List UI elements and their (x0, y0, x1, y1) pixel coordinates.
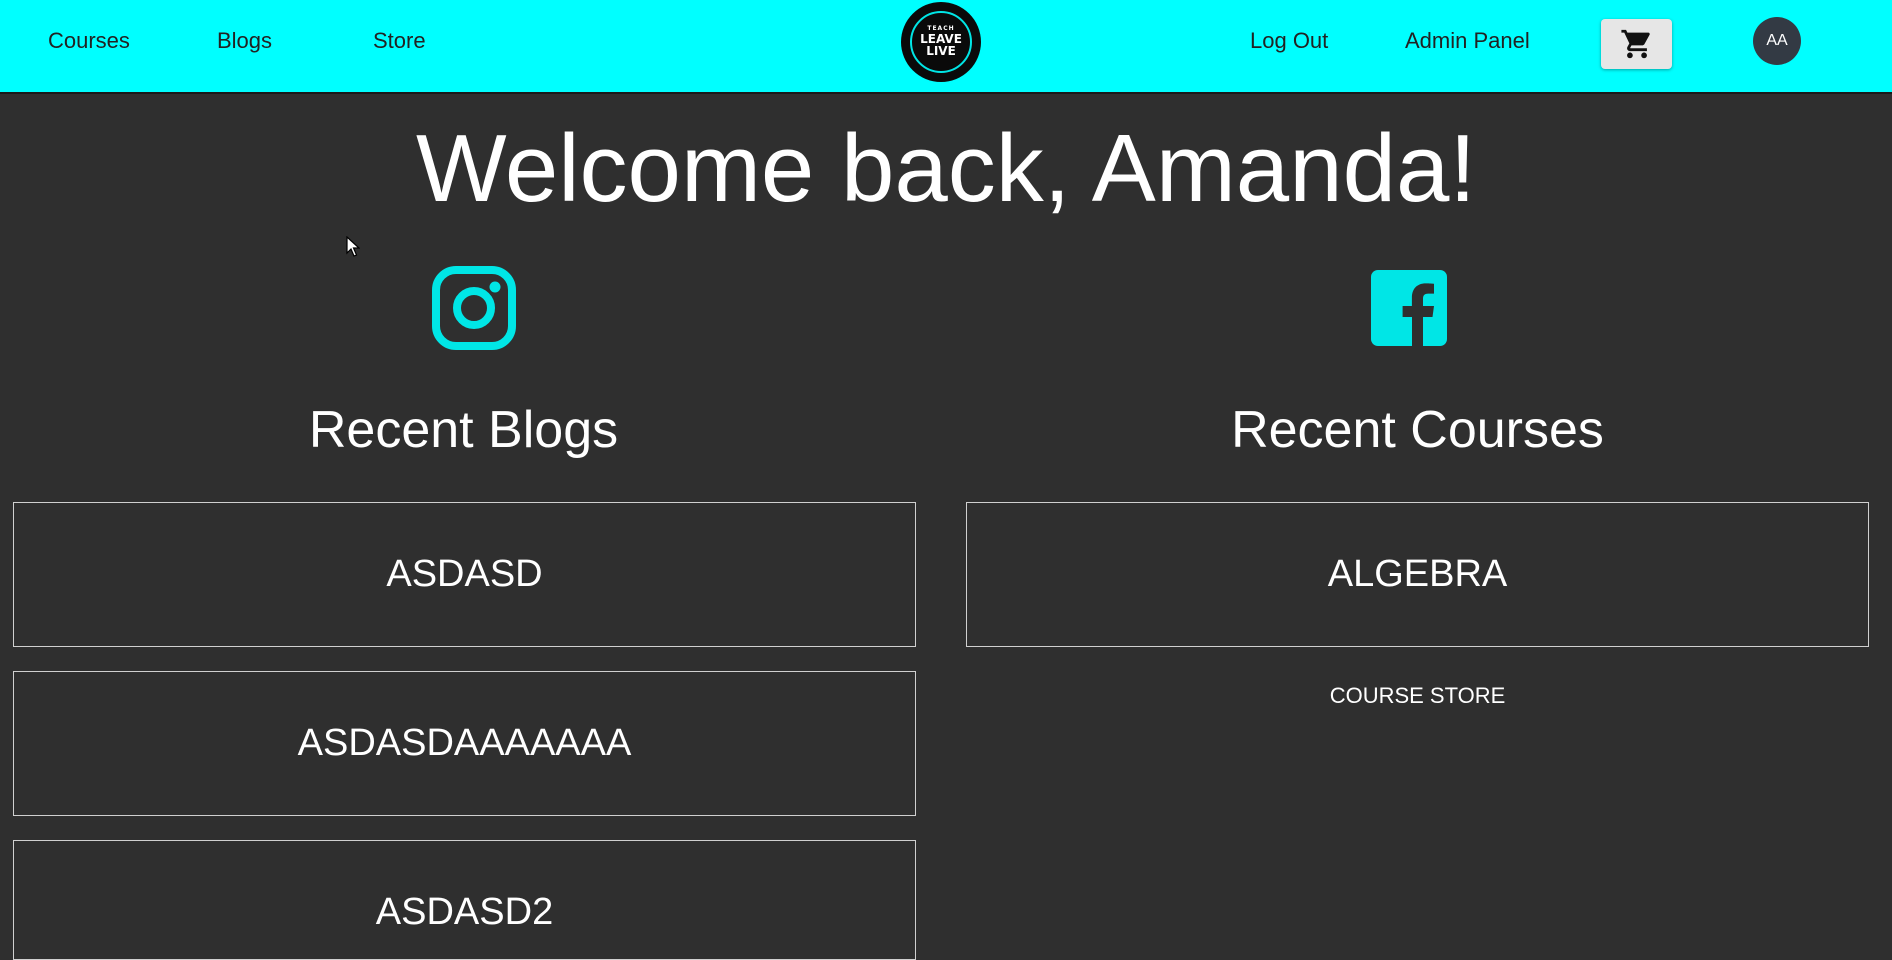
cart-button[interactable] (1601, 19, 1672, 69)
shopping-cart-icon (1620, 29, 1650, 59)
user-avatar[interactable]: AA (1753, 17, 1801, 65)
facebook-link[interactable] (1371, 270, 1447, 351)
blog-card[interactable]: ASDASD2 (13, 840, 916, 960)
logo-line-2: LIVE (926, 44, 956, 59)
mouse-pointer-icon (346, 235, 361, 263)
blog-card-title: ASDASD (386, 553, 543, 595)
instagram-icon (432, 266, 516, 350)
recent-blogs-title: Recent Blogs (308, 401, 619, 459)
nav-link-blogs[interactable]: Blogs (217, 28, 272, 54)
blog-card-title: ASDASDAAAAAAA (297, 722, 632, 764)
top-navbar: Courses Blogs Store TEACH LEAVE LIVE Log… (0, 0, 1892, 94)
course-card-title: ALGEBRA (1327, 553, 1508, 595)
blog-card[interactable]: ASDASDAAAAAAA (13, 671, 916, 816)
site-logo[interactable]: TEACH LEAVE LIVE (901, 2, 981, 82)
welcome-heading: Welcome back, Amanda! (415, 115, 1477, 222)
blog-card-title: ASDASD2 (375, 891, 554, 933)
instagram-link[interactable] (431, 265, 517, 356)
course-card[interactable]: ALGEBRA (966, 502, 1869, 647)
logo-ring: TEACH LEAVE LIVE (910, 11, 972, 73)
nav-link-courses[interactable]: Courses (48, 28, 130, 54)
nav-link-logout[interactable]: Log Out (1250, 28, 1328, 54)
facebook-icon (1371, 270, 1447, 346)
nav-link-admin-panel[interactable]: Admin Panel (1405, 28, 1530, 54)
recent-courses-title: Recent Courses (1231, 401, 1604, 459)
nav-link-store[interactable]: Store (373, 28, 426, 54)
blog-card[interactable]: ASDASD (13, 502, 916, 647)
course-store-link[interactable]: COURSE STORE (966, 683, 1869, 709)
